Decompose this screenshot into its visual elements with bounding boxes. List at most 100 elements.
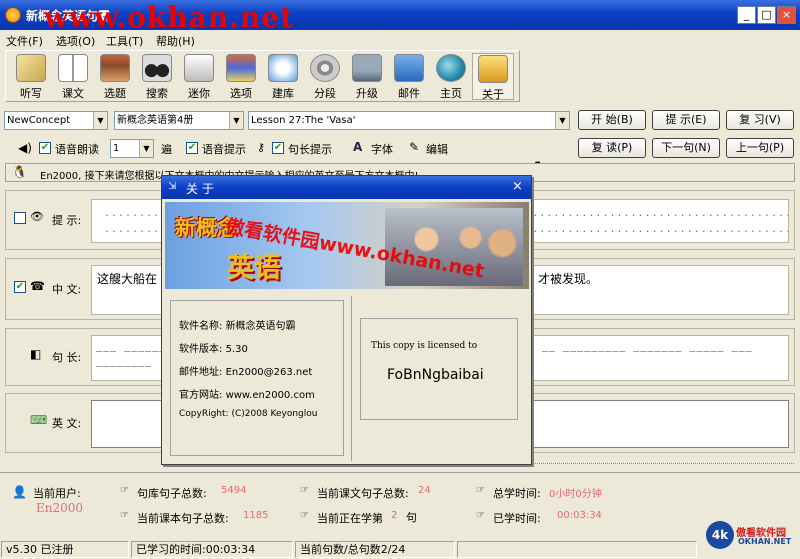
font-button[interactable]: 字体 (371, 141, 393, 157)
bullet-icon: ☞ (476, 510, 485, 521)
tool-mail[interactable]: 邮件 (388, 53, 430, 100)
about-dialog: ⇲ 关 于 × 新概念 英语 傲看软件园www.okhan.net 软件名称: … (161, 175, 532, 465)
move-icon (268, 54, 298, 82)
dialog-info-box: 软件名称: 新概念英语句霸 软件版本: 5.30 邮件地址: En2000@26… (170, 300, 344, 456)
chevron-down-icon: ▼ (229, 112, 243, 129)
times-label: 遍 (161, 143, 172, 156)
globe-icon (436, 54, 466, 82)
dialog-divider (351, 296, 352, 461)
tool-segment[interactable]: 分段 (304, 53, 346, 100)
speaker-icon: ◀) (18, 141, 32, 155)
toolbar: 听写 课文 选题 搜索 迷你 选项 建库 分段 升级 邮件 主页 关于 (5, 50, 520, 102)
tool-select[interactable]: 选题 (94, 53, 136, 100)
english-label: 英 文: (52, 417, 82, 430)
hint-button[interactable]: 提 示(E) (652, 110, 720, 130)
speech-bubble-icon: ☎ (30, 279, 45, 293)
sentence-hint-checkbox[interactable]: ✔ (272, 142, 284, 154)
start-button[interactable]: 开 始(B) (578, 110, 646, 130)
chevron-down-icon: ▼ (139, 140, 153, 157)
bullet-icon: ☞ (120, 485, 129, 496)
hint-label: 提 示: (52, 214, 82, 227)
maximize-button[interactable]: □ (757, 6, 776, 24)
tool-homepage[interactable]: 主页 (430, 53, 472, 100)
menu-file[interactable]: 文件(F) (6, 33, 43, 49)
hint-icon: 👁 (30, 210, 44, 223)
binoculars-icon (142, 54, 172, 82)
next-sentence-button[interactable]: 下一句(N) (652, 138, 720, 158)
current-no-unit: 句 (406, 511, 417, 524)
source-select[interactable]: NewConcept ▼ (4, 111, 108, 130)
current-no-label: 当前正在学第 (317, 512, 383, 525)
pencil-icon (16, 54, 46, 82)
chinese-checkbox[interactable]: ✔ (14, 281, 26, 293)
tool-search[interactable]: 搜索 (136, 53, 178, 100)
filmreel-icon (310, 54, 340, 82)
tool-build[interactable]: 建库 (262, 53, 304, 100)
book-select[interactable]: 新概念英语第4册 ▼ (114, 111, 244, 130)
current-user-value: En2000 (36, 501, 84, 515)
total-time-value: 0小时0分钟 (549, 489, 602, 500)
keyboard-icon: ⌨ (30, 413, 48, 427)
dialog-title-bar[interactable]: ⇲ 关 于 × (162, 176, 531, 199)
banner-subtitle: 英语 (227, 253, 281, 284)
user-icon: 👤 (12, 485, 27, 499)
stack-icon (226, 54, 256, 82)
chinese-text-tail: 才被发现。 (538, 272, 599, 286)
dialog-title: 关 于 (186, 182, 214, 196)
menu-tools[interactable]: 工具(T) (106, 33, 143, 49)
status-empty (457, 541, 697, 558)
title-bar[interactable]: 新概念英语句霸 www.okhan.net _ □ × (0, 0, 800, 34)
total-sentences-value: 5494 (221, 485, 247, 496)
chevron-down-icon: ▼ (555, 112, 569, 129)
computer-icon (352, 54, 382, 82)
edit-button[interactable]: 编辑 (426, 141, 448, 157)
total-time-label: 总学时间: (493, 487, 541, 500)
tool-about[interactable]: 关于 (472, 53, 514, 101)
dialog-icon: ⇲ (168, 181, 177, 192)
reread-button[interactable]: 复 读(P) (578, 138, 646, 158)
total-sentences-label: 句库句子总数: (137, 487, 207, 500)
tool-upgrade[interactable]: 升级 (346, 53, 388, 100)
license-box: This copy is licensed to FoBnNgbaibai (360, 318, 518, 420)
studied-time-label: 已学时间: (493, 512, 541, 525)
books-icon (100, 54, 130, 82)
hint-checkbox[interactable] (14, 212, 26, 224)
assistant-icon: 🐧 (12, 165, 27, 179)
repeat-count-select[interactable]: 1 ▼ (110, 139, 154, 158)
current-no-value: 2 (391, 510, 398, 521)
stats-panel: 👤 当前用户: En2000 ☞ 句库句子总数: 5494 ☞ 当前课文句子总数… (0, 472, 800, 549)
watermark: www.okhan.net (44, 1, 295, 34)
status-version: v5.30 已注册 (1, 541, 129, 558)
current-user-label: 当前用户: (33, 487, 81, 500)
edit-icon: ✎ (409, 140, 420, 154)
menu-options[interactable]: 选项(O) (56, 33, 95, 49)
lesson-select[interactable]: Lesson 27:The 'Vasa' ▼ (248, 111, 570, 130)
tool-mini[interactable]: 迷你 (178, 53, 220, 100)
review-button[interactable]: 复 习(V) (726, 110, 794, 130)
book-sentences-value: 1185 (243, 510, 269, 521)
tool-options[interactable]: 选项 (220, 53, 262, 100)
tool-dictation[interactable]: 听写 (10, 53, 52, 100)
chevron-down-icon: ▼ (93, 112, 107, 129)
read-aloud-checkbox[interactable]: ✔ (39, 142, 51, 154)
prev-sentence-button[interactable]: 上一句(P) (726, 138, 794, 158)
dialog-close-button[interactable]: × (512, 179, 523, 194)
bullet-icon: ☞ (120, 510, 129, 521)
app-icon (5, 7, 21, 23)
printer-icon (184, 54, 214, 82)
chinese-text: 这艘大船在 (97, 272, 158, 286)
tool-text[interactable]: 课文 (52, 53, 94, 100)
bullet-icon: ☞ (476, 485, 485, 496)
minimize-button[interactable]: _ (737, 6, 756, 24)
length-icon: ◧ (30, 347, 42, 361)
sentence-hint-label: 句长提示 (288, 143, 332, 156)
close-button[interactable]: × (777, 6, 796, 24)
lesson-sentences-value: 24 (418, 485, 431, 496)
bullet-icon: ☞ (300, 510, 309, 521)
length-label: 句 长: (52, 351, 82, 364)
about-icon (478, 55, 508, 83)
studied-time-value: 00:03:34 (557, 510, 602, 521)
voice-hint-checkbox[interactable]: ✔ (186, 142, 198, 154)
menu-help[interactable]: 帮助(H) (156, 33, 195, 49)
menu-bar: 文件(F) 选项(O) 工具(T) 帮助(H) (0, 30, 800, 48)
